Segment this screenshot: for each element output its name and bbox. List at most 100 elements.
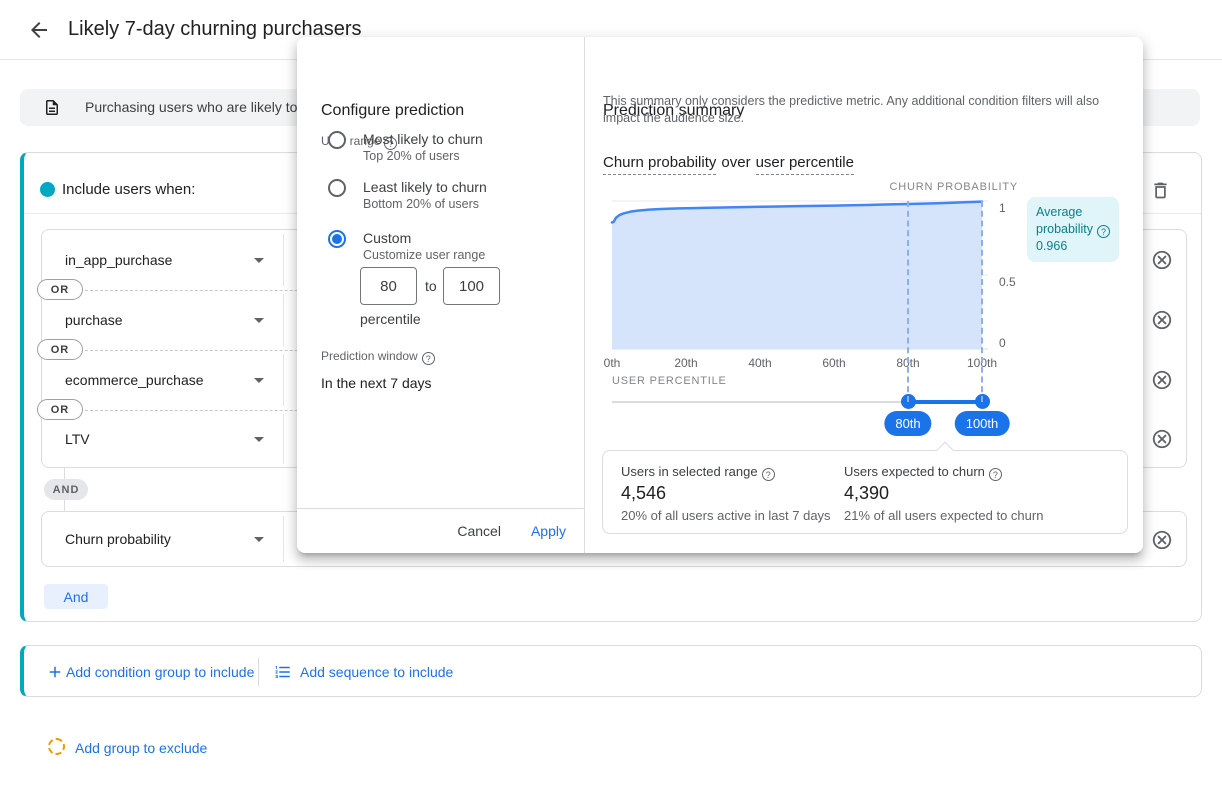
- chevron-down-icon: [254, 437, 264, 442]
- back-button[interactable]: [26, 18, 52, 44]
- add-sequence-button[interactable]: Add sequence to include: [300, 664, 453, 680]
- add-group-card: Add condition group to include Add seque…: [20, 645, 1202, 697]
- svg-text:40th: 40th: [748, 356, 771, 370]
- condition-label: purchase: [65, 312, 123, 328]
- chevron-down-icon: [254, 378, 264, 383]
- remove-condition-button[interactable]: [1151, 529, 1173, 551]
- divider: [258, 658, 259, 686]
- condition-label: LTV: [65, 431, 90, 447]
- stat-value: 4,390: [844, 483, 889, 504]
- condition-dropdown[interactable]: purchase: [65, 290, 283, 350]
- sequence-list-icon: [274, 663, 292, 686]
- add-group-to-exclude-button[interactable]: Add group to exclude: [75, 740, 207, 756]
- condition-dropdown[interactable]: Churn probability: [65, 512, 283, 566]
- close-circle-icon: [1151, 539, 1173, 554]
- svg-text:0: 0: [999, 336, 1006, 350]
- remove-condition-button[interactable]: [1151, 428, 1173, 450]
- svg-text:1: 1: [999, 201, 1006, 215]
- dashed-circle-icon: [48, 738, 65, 755]
- dialog-panel-divider: [584, 37, 585, 553]
- svg-text:60th: 60th: [822, 356, 845, 370]
- range-from-input[interactable]: [360, 267, 417, 305]
- row-separator: [283, 516, 284, 562]
- chevron-down-icon: [254, 537, 264, 542]
- prediction-stats-card: Users in selected range? 4,546 20% of al…: [602, 450, 1128, 534]
- prediction-window-label: Prediction window?: [321, 349, 435, 365]
- audience-description-text: Purchasing users who are likely to: [85, 99, 297, 115]
- condition-label: Churn probability: [65, 531, 171, 547]
- radio-icon[interactable]: [328, 179, 346, 197]
- remove-condition-button[interactable]: [1151, 309, 1173, 331]
- close-circle-icon: [1151, 319, 1173, 334]
- average-probability-value: 0.966: [1036, 238, 1110, 255]
- slider-value-pill-start: 80th: [884, 411, 931, 436]
- summary-description: This summary only considers the predicti…: [603, 93, 1115, 126]
- range-to-input[interactable]: [443, 267, 500, 305]
- add-and-condition-button[interactable]: And: [44, 584, 108, 609]
- or-operator-pill: OR: [37, 399, 83, 420]
- radio-label: Most likely to churn: [363, 131, 483, 147]
- row-separator: [283, 294, 284, 346]
- include-group-dot: [40, 182, 55, 197]
- or-operator-pill: OR: [37, 279, 83, 300]
- configure-prediction-dialog: Configure prediction User range? Most li…: [297, 37, 1143, 553]
- remove-condition-button[interactable]: [1151, 249, 1173, 271]
- plus-icon: [46, 663, 64, 686]
- svg-text:20th: 20th: [674, 356, 697, 370]
- stat-note: 21% of all users expected to churn: [844, 508, 1043, 523]
- close-circle-icon: [1151, 259, 1173, 274]
- range-to-label: to: [425, 278, 437, 294]
- stat-label: Users in selected range?: [621, 464, 775, 481]
- average-probability-label: Average probability: [1036, 205, 1093, 236]
- radio-icon[interactable]: [328, 131, 346, 149]
- remove-condition-button[interactable]: [1151, 369, 1173, 391]
- svg-text:USER PERCENTILE: USER PERCENTILE: [612, 375, 727, 387]
- row-separator: [283, 354, 284, 406]
- audience-builder-screen: Likely 7-day churning purchasers Purchas…: [0, 0, 1222, 793]
- chart-y-axis-title: CHURN PROBABILITY: [889, 181, 1018, 193]
- user-percentile-term[interactable]: user percentile: [756, 154, 854, 175]
- apply-button[interactable]: Apply: [531, 523, 566, 539]
- chevron-down-icon: [254, 318, 264, 323]
- selection-guide-line-start: [907, 201, 909, 402]
- radio-label: Custom: [363, 230, 411, 246]
- percentile-label: percentile: [360, 311, 421, 327]
- churn-probability-term[interactable]: Churn probability: [603, 154, 716, 175]
- help-icon[interactable]: ?: [1097, 225, 1110, 238]
- chart-subtitle: Churn probabilityoveruser percentile: [603, 154, 854, 171]
- close-circle-icon: [1151, 438, 1173, 453]
- stat-note: 20% of all users active in last 7 days: [621, 508, 831, 523]
- svg-text:0.5: 0.5: [999, 275, 1016, 289]
- percentile-slider-selected-range: [908, 400, 982, 404]
- condition-dropdown[interactable]: LTV: [65, 410, 283, 468]
- condition-dropdown[interactable]: ecommerce_purchase: [65, 350, 283, 410]
- dialog-footer: Cancel Apply: [297, 508, 584, 553]
- cancel-button[interactable]: Cancel: [457, 523, 501, 539]
- chevron-down-icon: [254, 258, 264, 263]
- churn-probability-chart: 0th20th40th60th80th100th00.51USER PERCEN…: [600, 195, 1020, 387]
- svg-text:0th: 0th: [604, 356, 621, 370]
- radio-label: Least likely to churn: [363, 179, 487, 195]
- radio-icon-selected[interactable]: [328, 230, 346, 248]
- or-operator-pill: OR: [37, 339, 83, 360]
- condition-dropdown[interactable]: in_app_purchase: [65, 230, 283, 290]
- radio-sublabel: Customize user range: [363, 248, 485, 262]
- close-circle-icon: [1151, 379, 1173, 394]
- selection-guide-line-end: [981, 201, 983, 402]
- radio-sublabel: Bottom 20% of users: [363, 197, 479, 211]
- radio-sublabel: Top 20% of users: [363, 149, 460, 163]
- stat-value: 4,546: [621, 483, 666, 504]
- help-icon[interactable]: ?: [422, 352, 435, 365]
- condition-label: ecommerce_purchase: [65, 372, 204, 388]
- row-separator: [283, 414, 284, 464]
- help-icon[interactable]: ?: [989, 468, 1002, 481]
- help-icon[interactable]: ?: [762, 468, 775, 481]
- delete-group-button[interactable]: [1149, 180, 1171, 202]
- trash-icon: [1150, 189, 1171, 204]
- connector-line: [64, 468, 65, 479]
- add-condition-group-button[interactable]: Add condition group to include: [66, 664, 254, 680]
- configure-title: Configure prediction: [321, 102, 464, 120]
- arrow-left-icon: [27, 30, 51, 45]
- slider-value-pill-end: 100th: [955, 411, 1010, 436]
- and-operator-pill: AND: [44, 479, 88, 500]
